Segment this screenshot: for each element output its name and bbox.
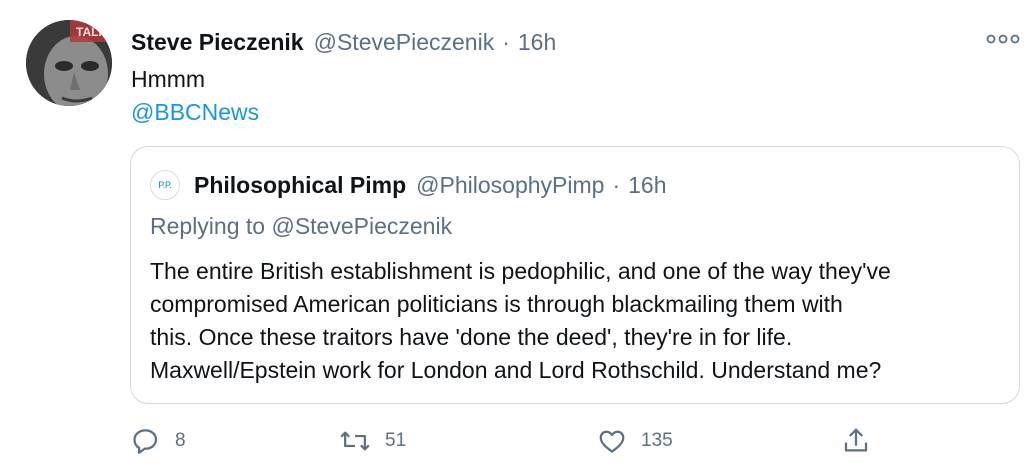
- quoted-text-line: The entire British establishment is pedo…: [150, 258, 891, 284]
- tweet-text: Hmmm: [131, 66, 206, 92]
- quoted-tweet[interactable]: P.P. Philosophical Pimp @PhilosophyPimp …: [130, 146, 1020, 404]
- avatar-badge-text: TALK: [76, 25, 107, 39]
- separator-dot: ·: [502, 28, 510, 55]
- quoted-tweet-text: The entire British establishment is pedo…: [150, 255, 1010, 387]
- reply-count: 8: [175, 430, 186, 451]
- quoted-text-line: Maxwell/Epstein work for London and Lord…: [150, 357, 882, 383]
- reply-button[interactable]: 8: [131, 424, 186, 458]
- share-button[interactable]: [841, 424, 871, 458]
- tweet-header: Steve Pieczenik @StevePieczenik · 16h: [131, 27, 556, 57]
- quoted-text-line: compromised American politicians is thro…: [150, 291, 843, 317]
- author-handle[interactable]: @StevePieczenik: [314, 29, 495, 56]
- like-button[interactable]: 135: [597, 424, 673, 458]
- mention-link[interactable]: @BBCNews: [131, 97, 259, 127]
- author-avatar[interactable]: TALK: [26, 20, 112, 106]
- replying-to: Replying to @StevePieczenik: [150, 211, 452, 241]
- like-count: 135: [641, 430, 673, 451]
- replying-to-label: Replying to: [150, 213, 266, 239]
- quoted-author-name[interactable]: Philosophical Pimp: [194, 172, 406, 199]
- retweet-icon: [340, 431, 370, 451]
- like-icon: [599, 430, 625, 453]
- retweet-count: 51: [385, 430, 407, 451]
- share-icon: [844, 428, 868, 452]
- retweet-button[interactable]: 51: [339, 424, 406, 458]
- reply-icon: [133, 429, 158, 454]
- tweet-actions: 8 51 135: [131, 424, 891, 458]
- quoted-author-avatar[interactable]: P.P.: [150, 170, 180, 200]
- author-name[interactable]: Steve Pieczenik: [131, 29, 304, 56]
- quoted-tweet-time[interactable]: 16h: [628, 172, 666, 199]
- quoted-tweet-header: Philosophical Pimp @PhilosophyPimp · 16h: [194, 169, 666, 201]
- avatar-photo: TALK: [26, 20, 112, 106]
- quoted-separator-dot: ·: [612, 171, 621, 198]
- tweet-time[interactable]: 16h: [518, 29, 556, 56]
- more-icon[interactable]: [986, 31, 1020, 47]
- quoted-text-line: this. Once these traitors have 'done the…: [150, 324, 793, 350]
- replying-to-mention[interactable]: @StevePieczenik: [271, 213, 452, 239]
- quoted-author-handle[interactable]: @PhilosophyPimp: [416, 172, 604, 199]
